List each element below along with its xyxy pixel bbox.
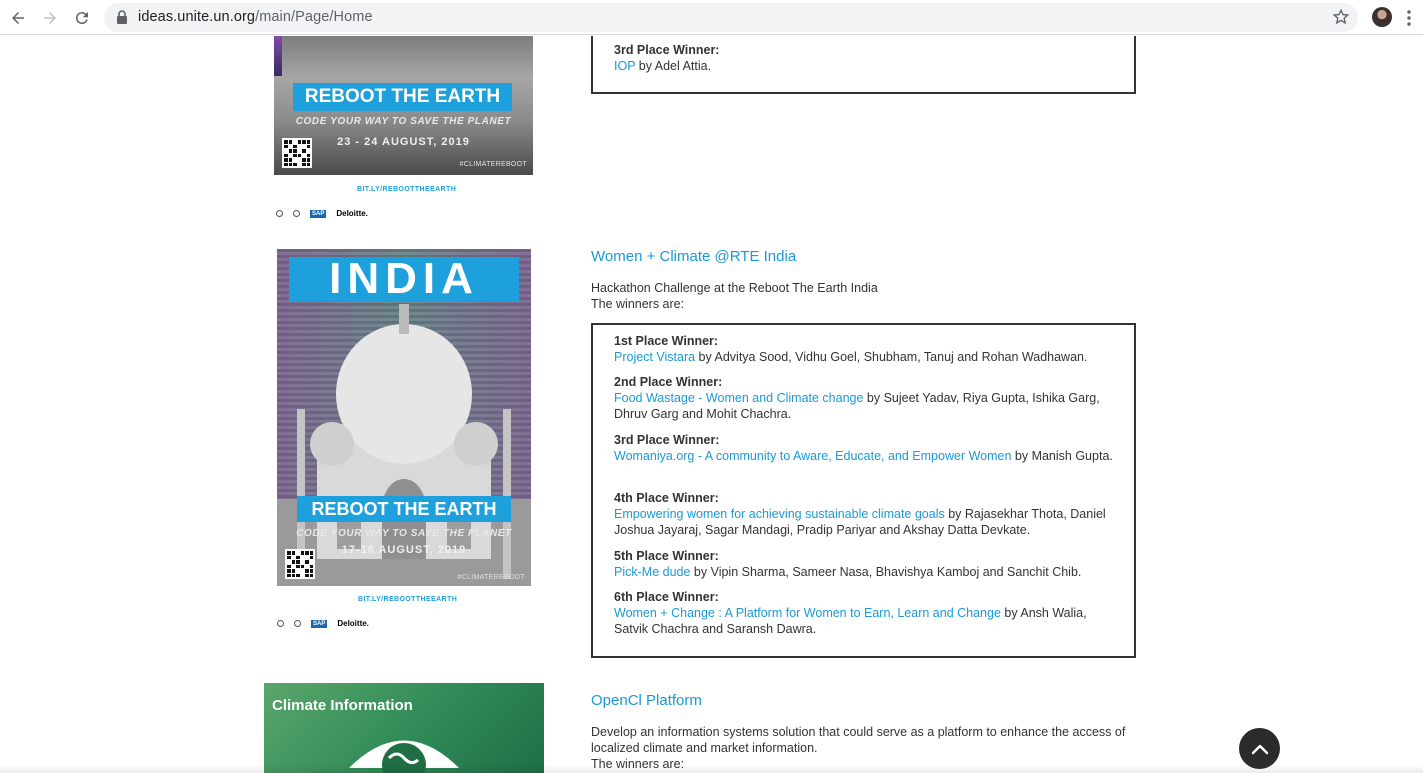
kebab-menu-icon[interactable] bbox=[1401, 8, 1417, 28]
winner-place: 3rd Place Winner: bbox=[614, 433, 720, 447]
forward-button[interactable] bbox=[38, 6, 62, 30]
un-logo bbox=[276, 210, 283, 217]
poster-link: BIT.LY/REBOOTTHEEARTH bbox=[357, 186, 457, 193]
winner-project-link[interactable]: Womaniya.org - A community to Aware, Edu… bbox=[614, 449, 1011, 463]
winner-place: 3rd Place Winner: bbox=[614, 43, 720, 57]
winner-project-link[interactable]: Pick-Me dude bbox=[614, 565, 690, 579]
winner-team: by Advitya Sood, Vidhu Goel, Shubham, Ta… bbox=[695, 350, 1088, 364]
poster-india: INDIA REBOOT THE EARTH CODE YOUR WAY TO … bbox=[277, 249, 533, 639]
url-text: ideas.unite.un.org/main/Page/Home bbox=[138, 9, 373, 25]
poster-subtitle: CODE YOUR WAY TO SAVE THE PLANET bbox=[295, 116, 512, 127]
winner-place: 1st Place Winner: bbox=[614, 334, 719, 348]
qr-code bbox=[285, 549, 315, 579]
reload-icon bbox=[75, 12, 88, 25]
winner-project-link[interactable]: Women + Change : A Platform for Women to… bbox=[614, 606, 1001, 620]
winner-entry: 4th Place Winner: Empowering women for a… bbox=[614, 490, 1114, 538]
poster-logos: SAP Deloitte. bbox=[276, 209, 368, 218]
winner-team: by Vipin Sharma, Sameer Nasa, Bhavishya … bbox=[690, 565, 1082, 579]
poster-date: 17-18 AUGUST, 2019 bbox=[341, 544, 467, 556]
reload-button[interactable] bbox=[70, 6, 94, 30]
chevron-up-icon bbox=[1251, 744, 1268, 754]
poster-banner: REBOOT THE EARTH bbox=[293, 83, 512, 111]
desc-line: Develop an information systems solution … bbox=[591, 725, 1126, 755]
poster-subtitle: CODE YOUR WAY TO SAVE THE PLANET bbox=[296, 528, 512, 539]
sap-logo: SAP bbox=[311, 619, 328, 628]
forward-arrow-icon bbox=[44, 12, 56, 24]
winner-place: 4th Place Winner: bbox=[614, 491, 719, 505]
winner-project-link[interactable]: Project Vistara bbox=[614, 350, 695, 364]
winner-project-link[interactable]: Empowering women for achieving sustainab… bbox=[614, 507, 945, 521]
poster-link: BIT.LY/REBOOTTHEEARTH bbox=[358, 596, 458, 603]
poster-image: REBOOT THE EARTH CODE YOUR WAY TO SAVE T… bbox=[274, 36, 533, 175]
back-arrow-icon bbox=[12, 12, 24, 24]
address-bar[interactable]: ideas.unite.un.org/main/Page/Home bbox=[104, 3, 1358, 32]
desc-line: The winners are: bbox=[591, 297, 685, 311]
poster-reboot-earth: REBOOT THE EARTH CODE YOUR WAY TO SAVE T… bbox=[274, 36, 534, 226]
back-button[interactable] bbox=[6, 6, 30, 30]
winner-entry: 1st Place Winner: Project Vistara by Adv… bbox=[614, 333, 1114, 365]
qr-code bbox=[282, 138, 312, 168]
url-path: /main/Page/Home bbox=[255, 9, 373, 25]
un-logo bbox=[277, 620, 284, 627]
scroll-to-top-button[interactable] bbox=[1239, 728, 1280, 769]
winner-team: by Adel Attia. bbox=[635, 59, 712, 73]
poster-hashtag: #CLIMATEREBOOT bbox=[457, 574, 525, 581]
winner-entry: 2nd Place Winner: Food Wastage - Women a… bbox=[614, 374, 1114, 422]
deloitte-logo: Deloitte. bbox=[337, 619, 369, 628]
poster-logos: SAP Deloitte. bbox=[277, 619, 369, 628]
winner-team: by Manish Gupta. bbox=[1011, 449, 1113, 463]
winner-place: 5th Place Winner: bbox=[614, 549, 719, 563]
browser-toolbar: ideas.unite.un.org/main/Page/Home bbox=[0, 0, 1423, 35]
taj-mahal-illustration bbox=[277, 304, 531, 586]
un-logo-2 bbox=[293, 210, 300, 217]
profile-avatar[interactable] bbox=[1372, 7, 1392, 27]
section-desc-india: Hackathon Challenge at the Reboot The Ea… bbox=[591, 280, 1151, 312]
un-logo-2 bbox=[294, 620, 301, 627]
winner-entry: 3rd Place Winner: IOP by Adel Attia. bbox=[614, 42, 1114, 74]
section-title-opencl[interactable]: OpenCl Platform bbox=[591, 692, 702, 709]
bottom-shadow bbox=[0, 764, 1423, 773]
poster-title: Climate Information bbox=[272, 697, 413, 714]
winner-place: 6th Place Winner: bbox=[614, 590, 719, 604]
winners-box-prev: 3rd Place Winner: IOP by Adel Attia. bbox=[591, 36, 1136, 94]
winner-project-link[interactable]: IOP bbox=[614, 59, 635, 73]
winner-project-link[interactable]: Food Wastage - Women and Climate change bbox=[614, 391, 863, 405]
winner-entry: 6th Place Winner: Women + Change : A Pla… bbox=[614, 589, 1114, 637]
poster-image: INDIA REBOOT THE EARTH CODE YOUR WAY TO … bbox=[277, 249, 531, 586]
poster-headline: INDIA bbox=[289, 254, 519, 303]
winner-place: 2nd Place Winner: bbox=[614, 375, 723, 389]
poster-date: 23 - 24 AUGUST, 2019 bbox=[337, 136, 470, 148]
section-title-india[interactable]: Women + Climate @RTE India bbox=[591, 248, 796, 265]
sap-logo: SAP bbox=[310, 209, 327, 218]
winner-entry: 3rd Place Winner: Womaniya.org - A commu… bbox=[614, 432, 1114, 464]
lock-icon bbox=[117, 10, 127, 24]
deloitte-logo: Deloitte. bbox=[336, 209, 368, 218]
star-icon[interactable] bbox=[1332, 8, 1350, 26]
winner-entry: 5th Place Winner: Pick-Me dude by Vipin … bbox=[614, 548, 1114, 580]
page-content: REBOOT THE EARTH CODE YOUR WAY TO SAVE T… bbox=[0, 36, 1423, 773]
url-host: ideas.unite.un.org bbox=[138, 9, 256, 25]
desc-line: Hackathon Challenge at the Reboot The Ea… bbox=[591, 281, 878, 295]
poster-banner: REBOOT THE EARTH bbox=[297, 496, 511, 522]
poster-opencl: Climate Information bbox=[264, 683, 544, 773]
poster-hashtag: #CLIMATEREBOOT bbox=[459, 161, 527, 168]
winners-box-india: 1st Place Winner: Project Vistara by Adv… bbox=[591, 323, 1136, 658]
